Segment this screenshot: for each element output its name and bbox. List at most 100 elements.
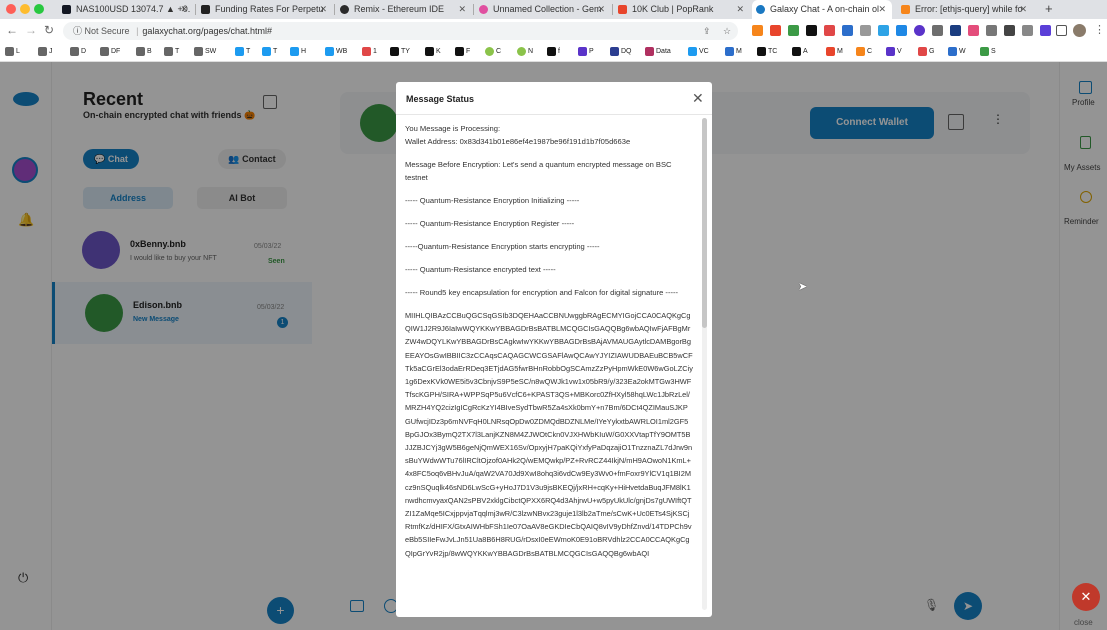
address-bar[interactable]: ⓘ Not Secure | galaxychat.org/pages/chat.…	[63, 22, 738, 40]
tab-label: NAS100USD 13074.7 ▲ +0.	[76, 4, 191, 14]
bookmark-item[interactable]: Data	[645, 46, 671, 58]
tab-label: Galaxy Chat - A on-chain ol	[770, 4, 880, 14]
security-label: Not Secure	[84, 26, 130, 36]
extension-icon[interactable]	[878, 25, 889, 36]
bookmark-item[interactable]: C	[485, 46, 501, 58]
bookmark-item[interactable]: S	[980, 46, 996, 58]
bookmark-item[interactable]: T	[235, 46, 250, 58]
status-line: You Message is Processing:	[405, 124, 501, 133]
extension-icon[interactable]	[752, 25, 763, 36]
back-icon[interactable]: ←	[6, 23, 18, 37]
browser-tab-active[interactable]: Galaxy Chat - A on-chain ol ✕	[752, 0, 892, 19]
ciphertext-block: MIIHLQIBAzCCBuQGCSqGSIb3DQEHAaCCBNUwggbR…	[405, 311, 693, 558]
extension-icon[interactable]	[806, 25, 817, 36]
tab-favicon	[618, 5, 627, 14]
browser-tab[interactable]: 10K Club | PopRank ✕	[614, 0, 750, 19]
tab-close-icon[interactable]: ✕	[878, 0, 886, 19]
bookmark-item[interactable]: M	[725, 46, 742, 58]
tab-close-icon[interactable]: ✕	[1019, 0, 1027, 19]
forward-icon[interactable]: →	[25, 23, 37, 37]
browser-tab-bar: NAS100USD 13074.7 ▲ +0. ✕ Funding Rates F…	[0, 0, 1107, 19]
mouse-cursor-icon: ➤	[798, 281, 808, 293]
browser-tab[interactable]: Unnamed Collection - Gem ✕	[475, 0, 611, 19]
tab-close-icon[interactable]: ✕	[180, 0, 188, 19]
bookmark-item[interactable]: V	[886, 46, 902, 58]
browser-tab[interactable]: NAS100USD 13074.7 ▲ +0. ✕	[58, 0, 194, 19]
bookmark-item[interactable]: M	[826, 46, 843, 58]
bookmark-item[interactable]: DQ	[610, 46, 632, 58]
extension-icon[interactable]	[842, 25, 853, 36]
extensions-puzzle-icon[interactable]	[1022, 25, 1033, 36]
tab-favicon	[340, 5, 349, 14]
tab-label: Funding Rates For Perpetu	[215, 4, 324, 14]
browser-tab[interactable]: Remix - Ethereum IDE ✕	[336, 0, 472, 19]
extension-icon[interactable]	[1040, 25, 1051, 36]
window-zoom-icon[interactable]	[34, 4, 44, 14]
extension-icon[interactable]	[968, 25, 979, 36]
url-text: galaxychat.org/pages/chat.html#	[142, 26, 272, 36]
bookmark-item[interactable]: P	[578, 46, 594, 58]
extension-icon[interactable]	[1004, 25, 1015, 36]
tab-favicon	[479, 5, 488, 14]
bookmark-item[interactable]: F	[455, 46, 470, 58]
extension-icon[interactable]	[986, 25, 997, 36]
bookmark-item[interactable]: J	[38, 46, 53, 58]
bookmark-item[interactable]: W	[948, 46, 966, 58]
dialog-close-icon[interactable]: ✕	[692, 90, 704, 107]
bookmark-item[interactable]: 1	[362, 46, 377, 58]
extension-icon[interactable]	[914, 25, 925, 36]
info-icon: ⓘ	[73, 26, 85, 36]
bookmark-item[interactable]: N	[517, 46, 533, 58]
extension-icon[interactable]	[824, 25, 835, 36]
bookmark-item[interactable]: T	[164, 46, 179, 58]
bookmark-item[interactable]: TY	[390, 46, 410, 58]
tab-favicon	[201, 5, 210, 14]
browser-toolbar: ← → ↻ ⓘ Not Secure | galaxychat.org/pages…	[0, 19, 1107, 43]
bookmark-item[interactable]: TC	[757, 46, 777, 58]
bookmark-item[interactable]: WB	[325, 46, 347, 58]
browser-menu-icon[interactable]: ⋮	[1094, 23, 1105, 36]
reload-icon[interactable]: ↻	[44, 23, 54, 37]
bookmark-item[interactable]: B	[136, 46, 152, 58]
bookmark-item[interactable]: A	[792, 46, 808, 58]
tab-favicon	[62, 5, 71, 14]
bookmark-item[interactable]: K	[425, 46, 441, 58]
floating-close-button[interactable]: ✕	[1072, 583, 1100, 611]
tab-close-icon[interactable]: ✕	[319, 0, 327, 19]
bookmark-item[interactable]: H	[290, 46, 306, 58]
browser-tab[interactable]: Error: [ethjs-query] while fo ✕	[897, 0, 1033, 19]
tab-close-icon[interactable]: ✕	[458, 0, 466, 19]
bookmark-item[interactable]: T	[262, 46, 277, 58]
sidebar-icon[interactable]	[1056, 25, 1067, 36]
extension-icon[interactable]	[788, 25, 799, 36]
bookmark-item[interactable]: G	[918, 46, 934, 58]
tab-close-icon[interactable]: ✕	[597, 0, 605, 19]
bookmark-item[interactable]: f	[547, 46, 560, 58]
extension-icon[interactable]	[860, 25, 871, 36]
profile-avatar-icon[interactable]	[1073, 24, 1086, 37]
bookmark-item[interactable]: L	[5, 46, 20, 58]
dialog-body: You Message is Processing: Wallet Addres…	[405, 122, 693, 617]
share-icon[interactable]: ⇪	[703, 22, 711, 40]
extension-icon[interactable]	[950, 25, 961, 36]
tab-label: Remix - Ethereum IDE	[354, 4, 445, 14]
browser-tab[interactable]: Funding Rates For Perpetu ✕	[197, 0, 333, 19]
window-close-icon[interactable]	[6, 4, 16, 14]
extension-icon[interactable]	[896, 25, 907, 36]
bookmark-star-icon[interactable]: ☆	[723, 22, 731, 40]
window-minimize-icon[interactable]	[20, 4, 30, 14]
new-tab-button[interactable]: +	[1045, 1, 1053, 16]
status-line: ----- Quantum-Resistance Encryption Init…	[405, 196, 580, 205]
bookmark-item[interactable]: SW	[194, 46, 216, 58]
bookmark-item[interactable]: D	[70, 46, 86, 58]
url-separator: |	[136, 26, 139, 36]
bookmark-item[interactable]: DF	[100, 46, 120, 58]
dialog-scrollbar-thumb[interactable]	[702, 118, 707, 328]
bookmark-item[interactable]: C	[856, 46, 872, 58]
tab-close-icon[interactable]: ✕	[736, 0, 744, 19]
status-line: ----- Quantum-Resistance Encryption Regi…	[405, 219, 575, 228]
extension-icon[interactable]	[770, 25, 781, 36]
extension-icon[interactable]	[932, 25, 943, 36]
bookmark-item[interactable]: VC	[688, 46, 709, 58]
wallet-address: Wallet Address: 0x83d341b01e86ef4e1987be…	[405, 137, 631, 146]
